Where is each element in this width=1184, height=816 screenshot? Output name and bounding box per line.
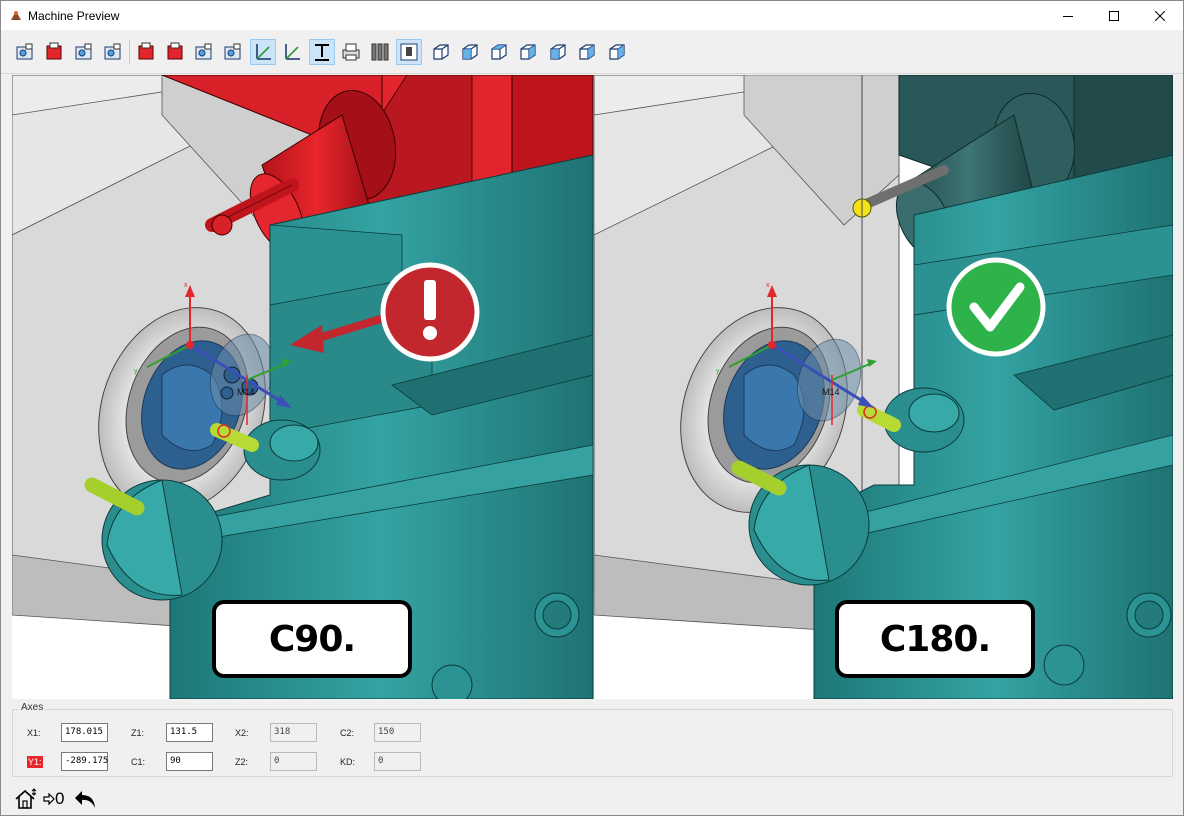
view-left-icon xyxy=(550,44,566,60)
kd-field[interactable]: 0 xyxy=(374,752,421,771)
view-top-icon xyxy=(491,44,507,60)
warning-badge xyxy=(380,262,480,362)
left-axis-marker: M14 xyxy=(237,387,255,397)
machine-gear-button[interactable] xyxy=(71,39,97,65)
stock-red-button[interactable] xyxy=(162,39,188,65)
stock-red-icon xyxy=(167,42,183,60)
y1-field[interactable]: -289.175 xyxy=(61,752,108,771)
tool-holders-icon xyxy=(104,43,121,60)
view-bottom-icon xyxy=(609,44,625,60)
tools-button[interactable] xyxy=(367,39,393,65)
view-left-button[interactable] xyxy=(545,39,571,65)
machine-gear-icon xyxy=(75,43,92,60)
view-front-button[interactable] xyxy=(457,39,483,65)
home-axes-icon[interactable] xyxy=(13,786,39,812)
machine-red-icon xyxy=(46,42,62,60)
view-iso-button[interactable] xyxy=(428,39,454,65)
z1-field[interactable]: 131.5 xyxy=(166,723,213,742)
printer-button[interactable] xyxy=(338,39,364,65)
printer-icon xyxy=(342,43,360,61)
left-position-label: C90. xyxy=(212,600,412,678)
stock-fixture-icon xyxy=(195,43,212,60)
close-icon xyxy=(1155,10,1165,21)
minimize-button[interactable] xyxy=(1045,1,1091,30)
view-back-button[interactable] xyxy=(574,39,600,65)
svg-text:y: y xyxy=(134,368,138,375)
svg-text:x: x xyxy=(766,282,770,289)
c1-field[interactable]: 90 xyxy=(166,752,213,771)
x1-label: X1: xyxy=(27,728,41,738)
y1-label: Y1: xyxy=(27,756,43,768)
stock-sphere-button[interactable] xyxy=(220,39,246,65)
view-bottom-button[interactable] xyxy=(604,39,630,65)
stock-fixture-button[interactable] xyxy=(191,39,217,65)
tools-icon xyxy=(371,43,389,61)
kd-label: KD: xyxy=(340,757,356,767)
axes-alt-icon xyxy=(285,44,300,60)
machine-preview-window: Machine Preview x y M14 x y M14 C90. C18… xyxy=(0,0,1184,816)
minimize-icon xyxy=(1063,15,1073,17)
zero-label: 0 xyxy=(55,789,65,808)
text-button[interactable] xyxy=(309,39,335,65)
machine-viewport[interactable]: x y M14 x y M14 C90. C180. xyxy=(12,75,1173,699)
c2-field[interactable]: 150 xyxy=(374,723,421,742)
window-title: Machine Preview xyxy=(28,9,120,23)
axes-button[interactable] xyxy=(250,39,276,65)
view-back-icon xyxy=(579,44,595,60)
z2-field[interactable]: 0 xyxy=(270,752,317,771)
view-iso-icon xyxy=(433,44,449,60)
tool-frame-button[interactable] xyxy=(396,39,422,65)
close-button[interactable] xyxy=(1137,1,1183,30)
tool-holders-button[interactable] xyxy=(100,39,126,65)
view-right-button[interactable] xyxy=(515,39,541,65)
z1-label: Z1: xyxy=(131,728,145,738)
svg-text:x: x xyxy=(184,282,188,289)
bottom-bar: 0 xyxy=(1,783,1183,815)
undo-icon[interactable] xyxy=(73,788,97,810)
spindle-red-button[interactable] xyxy=(133,39,159,65)
spindle-red-icon xyxy=(138,42,154,60)
x2-label: X2: xyxy=(235,728,249,738)
machine-red-button[interactable] xyxy=(41,39,67,65)
x2-field[interactable]: 318 xyxy=(270,723,317,742)
view-right-icon xyxy=(520,44,536,60)
zero-button[interactable]: 0 xyxy=(43,789,64,809)
toolbar-separator xyxy=(129,40,130,64)
axes-legend: Axes xyxy=(19,702,46,713)
machine-view-icon xyxy=(16,43,33,60)
view-front-icon xyxy=(462,44,478,60)
arrow-right-icon xyxy=(43,793,55,805)
z2-label: Z2: xyxy=(235,757,249,767)
axes-icon xyxy=(256,44,271,60)
machine-view-button[interactable] xyxy=(12,39,38,65)
toolbar xyxy=(1,30,1183,74)
ok-badge xyxy=(946,257,1046,357)
view-top-button[interactable] xyxy=(486,39,512,65)
tool-frame-icon xyxy=(400,43,418,61)
stock-sphere-icon xyxy=(224,43,241,60)
c2-label: C2: xyxy=(340,728,355,738)
right-axis-marker: M14 xyxy=(822,387,840,397)
svg-text:y: y xyxy=(716,368,720,375)
x1-field[interactable]: 178.015 xyxy=(61,723,108,742)
axes-alt-button[interactable] xyxy=(279,39,305,65)
maximize-button[interactable] xyxy=(1091,1,1137,30)
right-position-label: C180. xyxy=(835,600,1035,678)
app-icon xyxy=(11,11,21,20)
maximize-icon xyxy=(1109,10,1119,21)
c1-label: C1: xyxy=(131,757,146,767)
title-bar: Machine Preview xyxy=(1,1,1183,30)
axes-panel: Axes X1: 178.015 Y1: -289.175 Z1: 131.5 … xyxy=(12,702,1173,777)
text-icon xyxy=(315,44,329,61)
